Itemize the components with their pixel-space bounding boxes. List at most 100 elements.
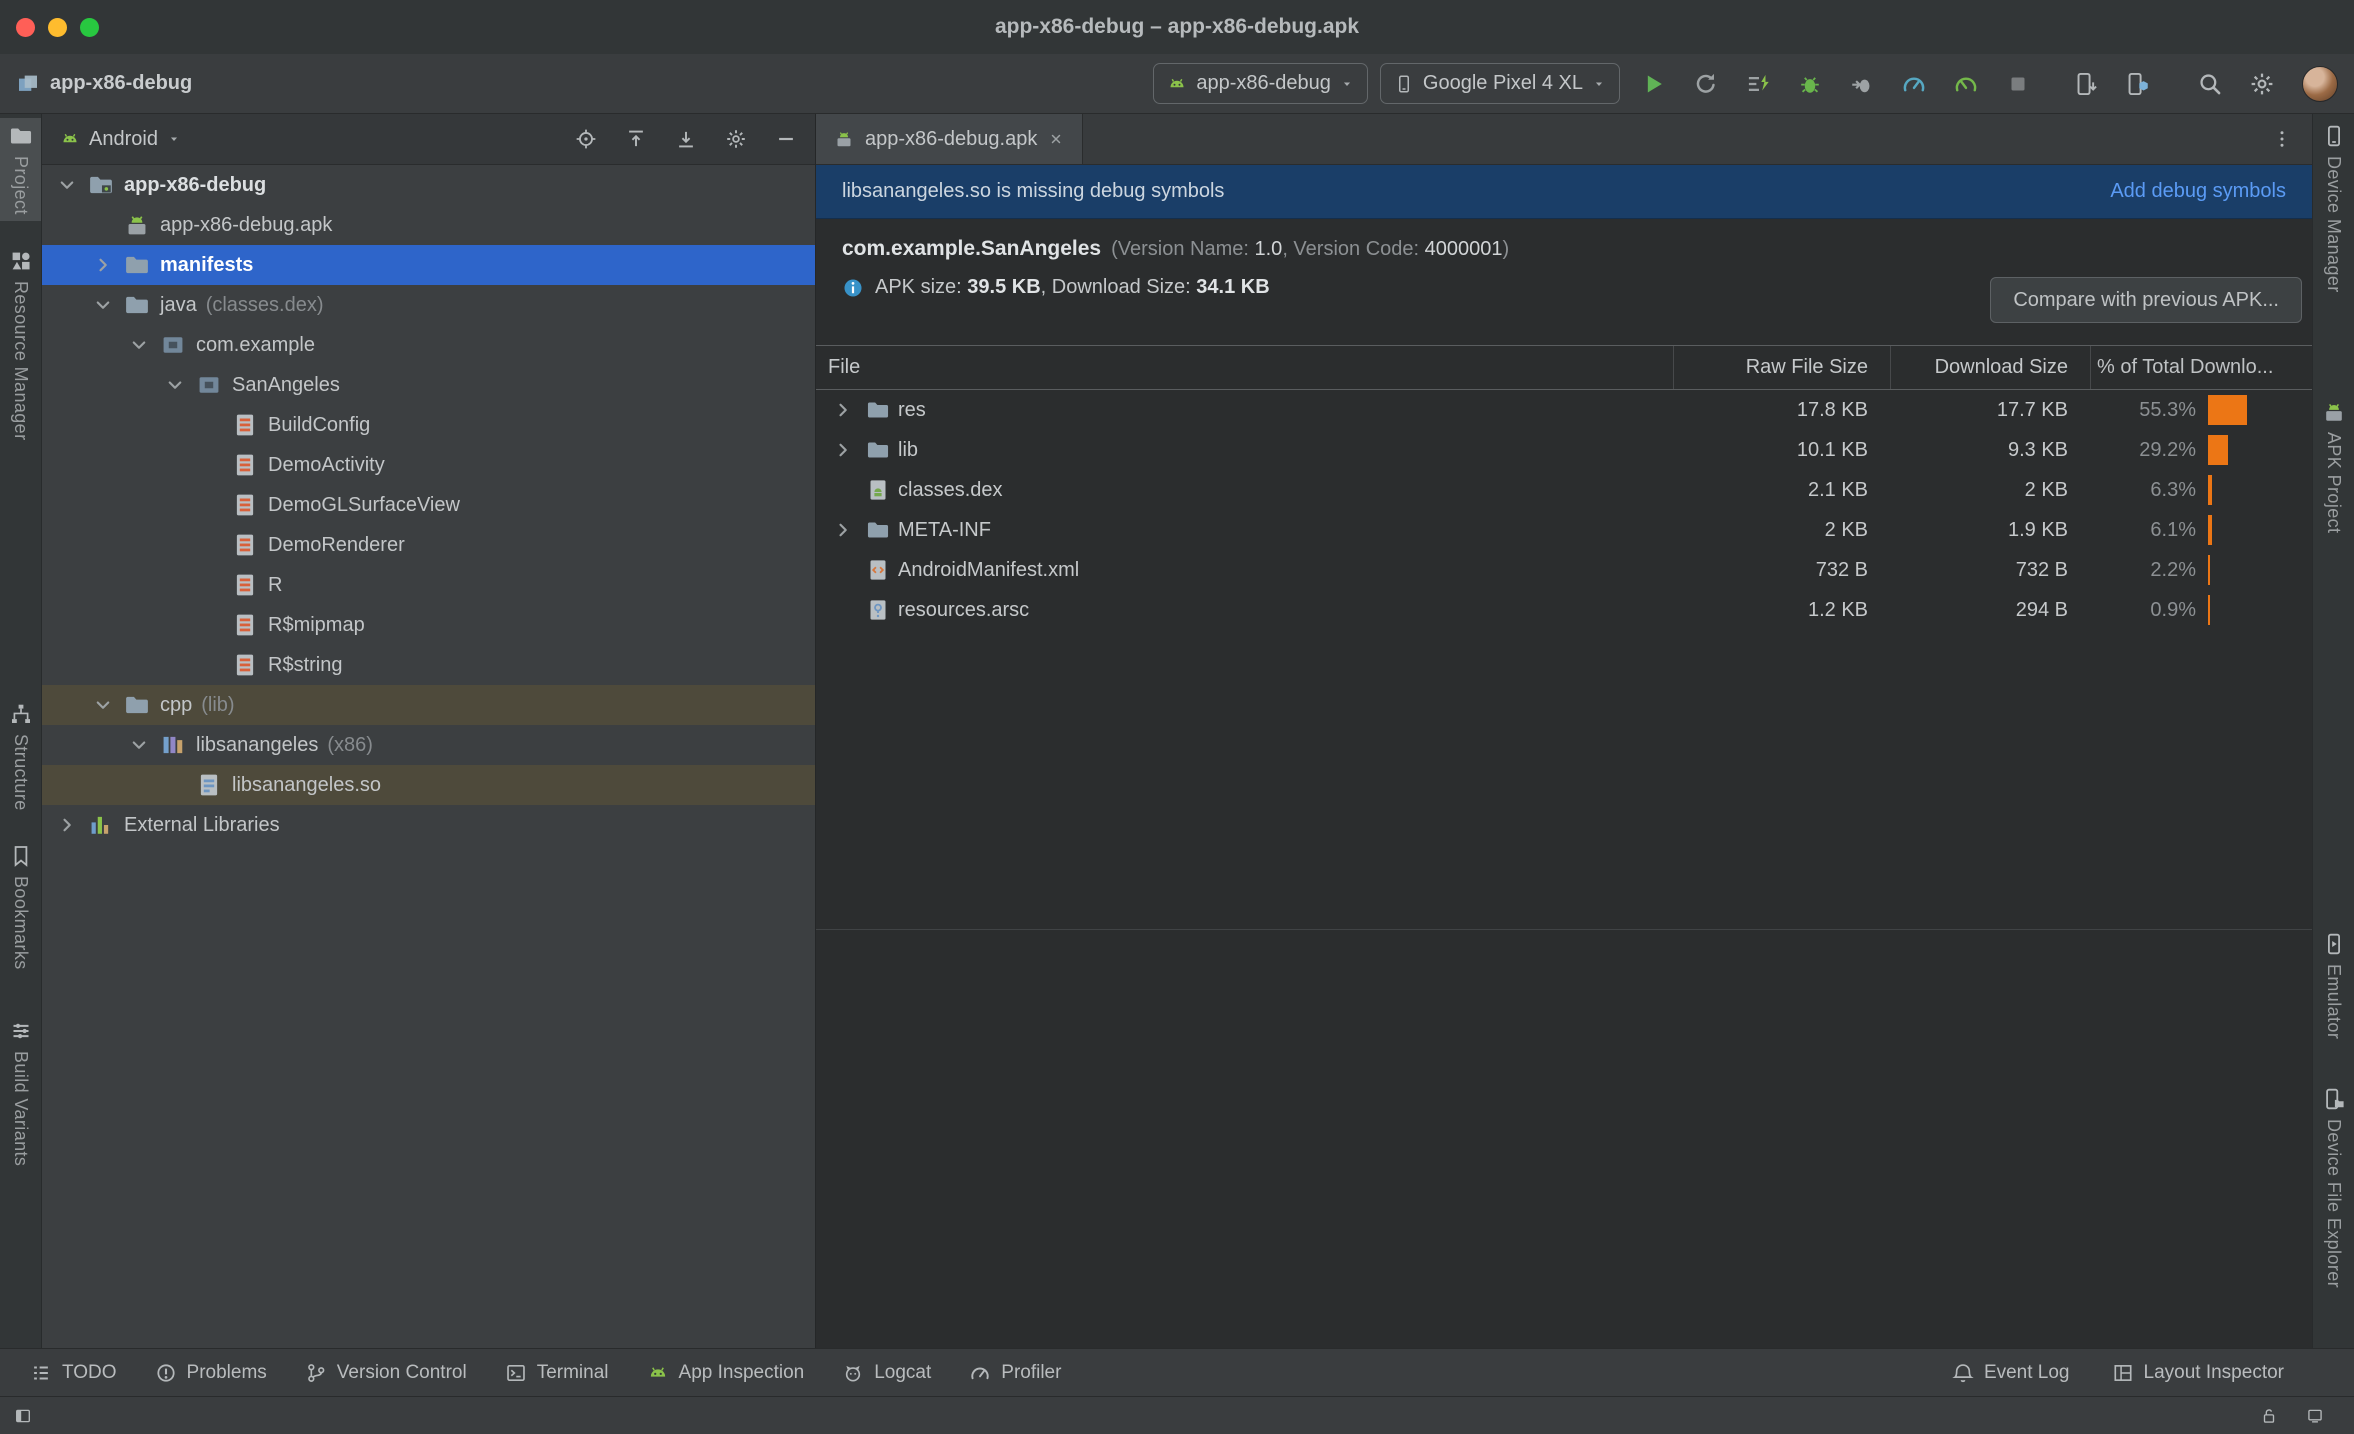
tree-node-external-libraries[interactable]: External Libraries: [42, 805, 815, 845]
tree-node-libsanangeles-so[interactable]: libsanangeles.so: [42, 765, 815, 805]
tree-node-java[interactable]: java (classes.dex): [42, 285, 815, 325]
toolbar-problems-button[interactable]: Problems: [155, 1362, 267, 1384]
project-tree: app-x86-debug app-x86-debug.apk manifests j…: [42, 165, 815, 1348]
class-icon: [232, 532, 258, 558]
chevron-right-icon[interactable]: [828, 520, 858, 540]
apk-row-res[interactable]: res 17.8 KB 17.7 KB 55.3%: [816, 390, 2312, 430]
device-screenshot-icon: [2073, 71, 2099, 97]
minimize-window-button[interactable]: [48, 17, 67, 37]
compare-apk-button[interactable]: Compare with previous APK...: [1990, 277, 2302, 323]
tree-node-buildconfig[interactable]: BuildConfig: [42, 405, 815, 445]
device-manager-button[interactable]: [2116, 62, 2160, 106]
tab-app-x86-debug-apk[interactable]: app-x86-debug.apk: [816, 114, 1084, 164]
column-header-raw-size[interactable]: Raw File Size: [1673, 346, 1890, 389]
tool-stripe-device-manager[interactable]: Device Manager: [2313, 118, 2354, 299]
tree-node-app-x86-debug[interactable]: app-x86-debug: [42, 165, 815, 205]
tree-node-demorenderer[interactable]: DemoRenderer: [42, 525, 815, 565]
tree-node-cpp[interactable]: cpp (lib): [42, 685, 815, 725]
chevron-down-icon[interactable]: [158, 375, 192, 395]
chevron-right-icon[interactable]: [828, 400, 858, 420]
column-header-file[interactable]: File: [816, 346, 1673, 389]
toolbar-event-log-button[interactable]: Event Log: [1952, 1362, 2070, 1384]
more-options-icon[interactable]: [2272, 129, 2292, 149]
chevron-down-icon[interactable]: [86, 695, 120, 715]
user-avatar[interactable]: [2302, 65, 2338, 102]
unlock-icon[interactable]: [2260, 1407, 2278, 1425]
tool-stripe-build-variants[interactable]: Build Variants: [0, 1013, 41, 1172]
chevron-right-icon[interactable]: [50, 815, 84, 835]
collapse-all-icon[interactable]: [625, 128, 647, 150]
apk-info-section: com.example.SanAngeles (Version Name: 1.…: [816, 219, 2312, 345]
percent-bar: [2208, 475, 2213, 505]
tool-window-bar: TODO Problems Version Control Terminal App I…: [0, 1348, 2354, 1396]
toolbar-profiler-button[interactable]: Profiler: [969, 1362, 1061, 1384]
tree-node-r[interactable]: R: [42, 565, 815, 605]
add-debug-symbols-link[interactable]: Add debug symbols: [2110, 180, 2286, 203]
search-everywhere-button[interactable]: [2188, 62, 2232, 106]
project-widget[interactable]: app-x86-debug: [16, 72, 192, 96]
apk-row-resources-arsc[interactable]: resources.arsc 1.2 KB 294 B 0.9%: [816, 590, 2312, 630]
device-select[interactable]: Google Pixel 4 XL: [1379, 63, 1620, 104]
hide-icon[interactable]: [775, 128, 797, 150]
tree-node-r-string[interactable]: R$string: [42, 645, 815, 685]
tool-stripe-resource-manager[interactable]: Resource Manager: [0, 243, 41, 446]
table-header-row: File Raw File Size Download Size % of To…: [816, 346, 2312, 390]
close-tab-icon[interactable]: [1048, 131, 1064, 147]
tool-stripe-device-file-explorer[interactable]: Device File Explorer: [2313, 1081, 2354, 1294]
chevron-down-icon[interactable]: [86, 295, 120, 315]
select-opened-file-icon[interactable]: [575, 128, 597, 150]
tool-stripe-bookmarks[interactable]: Bookmarks: [0, 838, 41, 976]
toolwindow-toggle-icon[interactable]: [14, 1407, 32, 1425]
tree-node-app-x86-debug-apk[interactable]: app-x86-debug.apk: [42, 205, 815, 245]
settings-icon[interactable]: [725, 128, 747, 150]
toolbar-logcat-button[interactable]: Logcat: [842, 1362, 931, 1384]
notifications-icon[interactable]: [2306, 1407, 2324, 1425]
layout-inspector-icon: [2112, 1362, 2134, 1384]
project-view-selector[interactable]: Android: [60, 128, 181, 151]
apply-code-changes-button[interactable]: [1736, 62, 1780, 106]
run-button[interactable]: [1632, 62, 1676, 106]
apk-row-androidmanifest-xml[interactable]: AndroidManifest.xml 732 B 732 B 2.2%: [816, 550, 2312, 590]
apk-row-meta-inf[interactable]: META-INF 2 KB 1.9 KB 6.1%: [816, 510, 2312, 550]
device-mirroring-button[interactable]: [2064, 62, 2108, 106]
chevron-right-icon[interactable]: [86, 255, 120, 275]
column-header-download-size[interactable]: Download Size: [1890, 346, 2090, 389]
attach-debugger-button[interactable]: [1840, 62, 1884, 106]
tree-node-manifests[interactable]: manifests: [42, 245, 815, 285]
tool-stripe-apk-project[interactable]: APK Project: [2313, 394, 2354, 539]
raw-size-cell: 10.1 KB: [1796, 438, 1868, 461]
chevron-down-icon[interactable]: [122, 735, 156, 755]
tree-node-sanangeles[interactable]: SanAngeles: [42, 365, 815, 405]
toolbar-layout-inspector-button[interactable]: Layout Inspector: [2112, 1362, 2284, 1384]
close-window-button[interactable]: [16, 17, 35, 37]
zoom-window-button[interactable]: [80, 17, 99, 37]
apply-changes-restart-button[interactable]: [1684, 62, 1728, 106]
run-configuration-select[interactable]: app-x86-debug: [1153, 63, 1368, 104]
tree-node-demoactivity[interactable]: DemoActivity: [42, 445, 815, 485]
chevron-down-icon[interactable]: [122, 335, 156, 355]
tool-stripe-structure[interactable]: Structure: [0, 696, 41, 817]
chevron-right-icon[interactable]: [828, 440, 858, 460]
editor-empty-area: [816, 930, 2312, 1348]
tree-node-r-mipmap[interactable]: R$mipmap: [42, 605, 815, 645]
apply-code-icon: [1745, 71, 1771, 97]
toolbar-app-inspection-button[interactable]: App Inspection: [647, 1362, 804, 1384]
expand-all-icon[interactable]: [675, 128, 697, 150]
settings-button[interactable]: [2240, 62, 2284, 106]
apk-row-classes-dex[interactable]: classes.dex 2.1 KB 2 KB 6.3%: [816, 470, 2312, 510]
tool-stripe-project[interactable]: Project: [0, 118, 41, 221]
tree-node-com-example[interactable]: com.example: [42, 325, 815, 365]
tree-node-demoglsurfaceview[interactable]: DemoGLSurfaceView: [42, 485, 815, 525]
toolbar-todo-button[interactable]: TODO: [30, 1362, 117, 1384]
column-header-percent[interactable]: % of Total Downlo...: [2090, 346, 2312, 389]
toolbar-version-control-button[interactable]: Version Control: [305, 1362, 467, 1384]
apk-row-lib[interactable]: lib 10.1 KB 9.3 KB 29.2%: [816, 430, 2312, 470]
profiler-button[interactable]: [1892, 62, 1936, 106]
profile-low-overhead-button[interactable]: [1944, 62, 1988, 106]
tool-stripe-emulator[interactable]: Emulator: [2313, 926, 2354, 1045]
tree-node-libsanangeles[interactable]: libsanangeles (x86): [42, 725, 815, 765]
stop-button[interactable]: [1996, 62, 2040, 106]
toolbar-terminal-button[interactable]: Terminal: [505, 1362, 609, 1384]
chevron-down-icon[interactable]: [50, 175, 84, 195]
debug-button[interactable]: [1788, 62, 1832, 106]
